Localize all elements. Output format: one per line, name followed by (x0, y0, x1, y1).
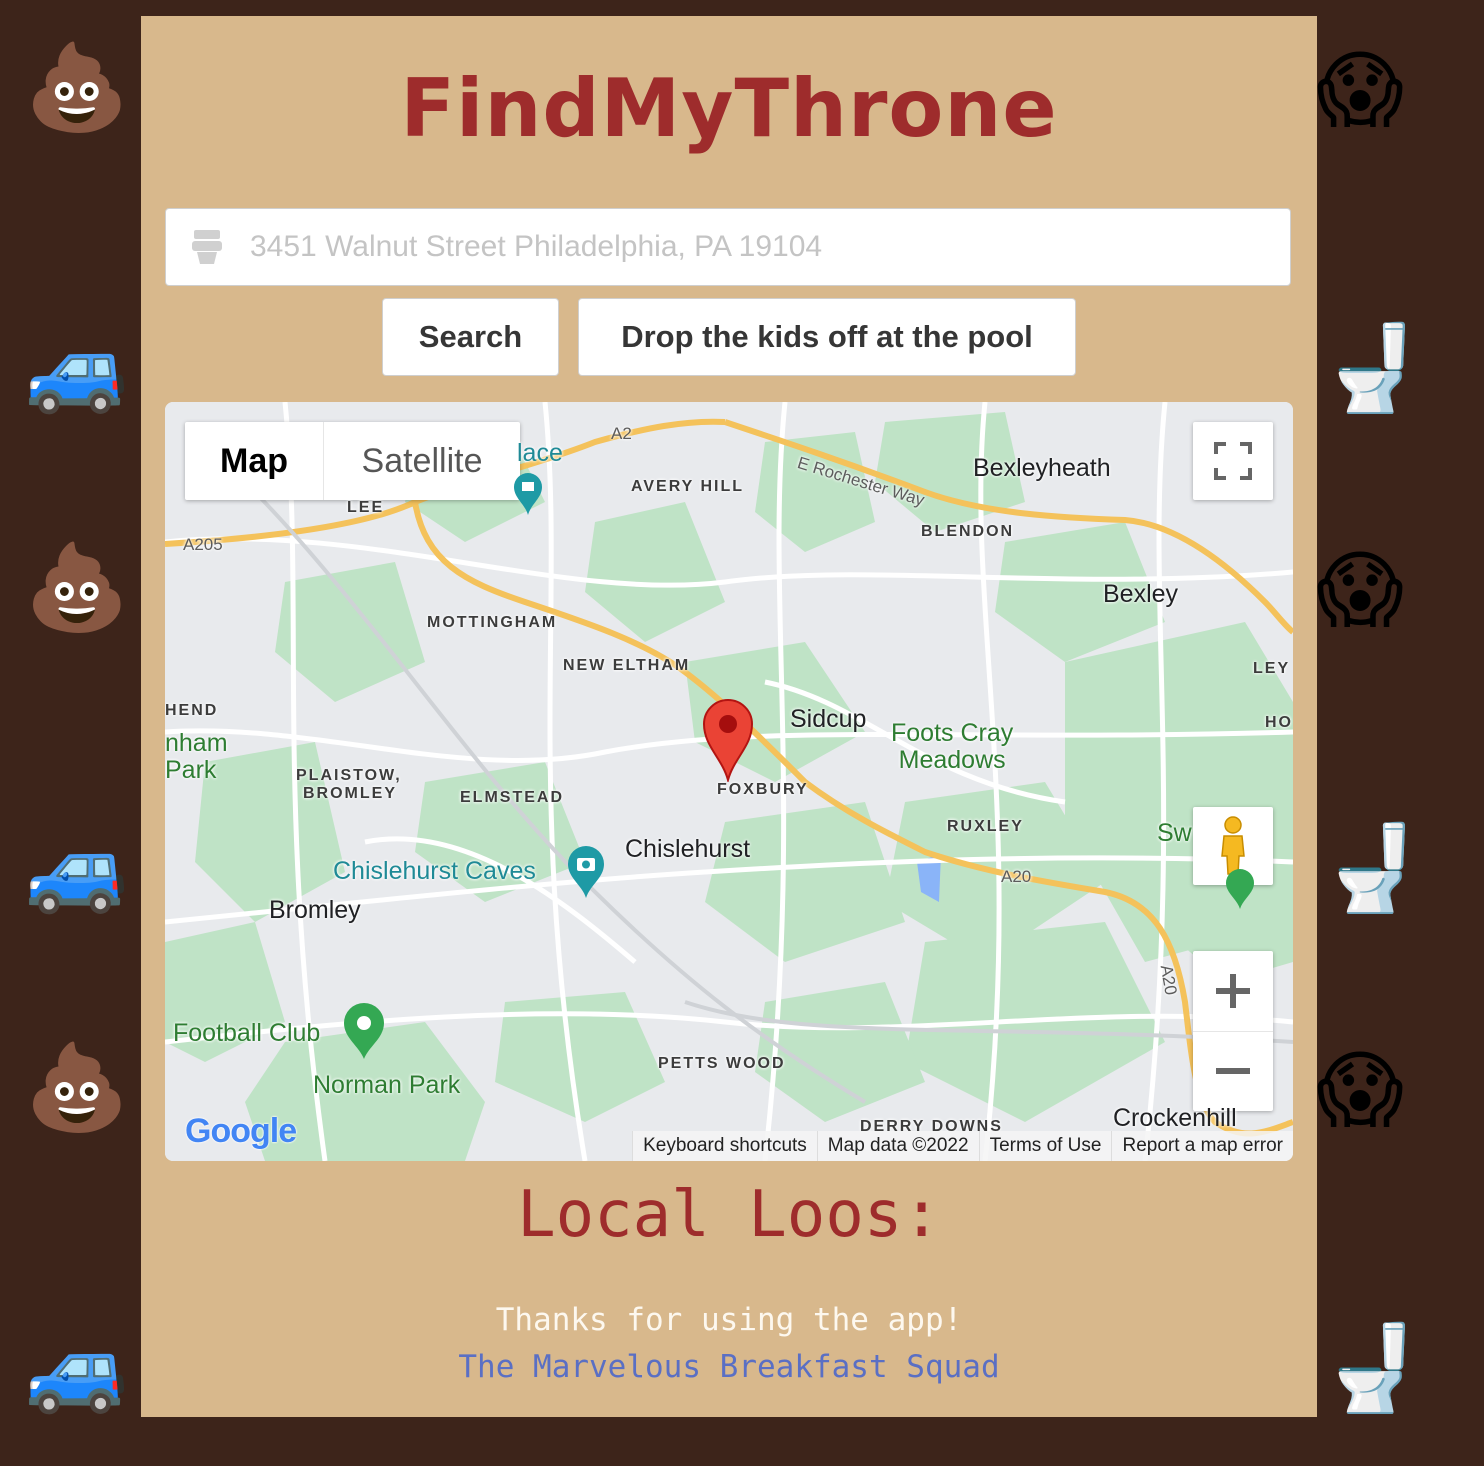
fullscreen-icon (1214, 442, 1252, 480)
location-marker-icon[interactable] (702, 698, 754, 782)
map-label-ley: LEY (1253, 660, 1291, 677)
map-label-foots-cray-meadows: Foots Cray Meadows (891, 719, 1014, 774)
search-field[interactable] (165, 208, 1291, 286)
local-loos-heading: Local Loos: (517, 1178, 941, 1252)
drop-kids-button[interactable]: Drop the kids off at the pool (578, 298, 1076, 376)
app-title: FindMyThrone (400, 62, 1058, 155)
report-map-error-link[interactable]: Report a map error (1111, 1131, 1293, 1161)
toilet-emoji-icon: 🚽 (1319, 319, 1425, 417)
zoom-out-button[interactable] (1193, 1032, 1273, 1112)
palace-pin-icon[interactable] (513, 472, 543, 516)
search-input[interactable] (248, 229, 1252, 265)
map-label-palace: lace (517, 439, 563, 467)
map-road-a20: A20 (1001, 867, 1032, 886)
map-label-nham-park: nham Park (165, 729, 228, 784)
poo-emoji-icon: 💩 (24, 38, 130, 136)
map-label-sidcup: Sidcup (790, 705, 867, 733)
map-label-ruxley: RUXLEY (947, 818, 1024, 835)
map-label-bexley: Bexley (1103, 580, 1179, 608)
map-label-blendon: BLENDON (921, 523, 1015, 540)
keyboard-shortcuts-link[interactable]: Keyboard shortcuts (632, 1131, 817, 1161)
map-footer: Keyboard shortcuts Map data ©2022 Terms … (632, 1131, 1293, 1161)
car-emoji-icon: 🚙 (24, 1319, 130, 1417)
map-label-avery-hill: AVERY HILL (631, 478, 745, 495)
pegman-icon (1221, 816, 1245, 875)
map-label-chislehurst: Chislehurst (625, 835, 751, 863)
map-type-map-button[interactable]: Map (185, 422, 324, 500)
minus-icon (1216, 1068, 1250, 1075)
poo-emoji-icon: 💩 (24, 538, 130, 636)
chislehurst-caves-pin-icon[interactable] (567, 845, 605, 899)
search-button[interactable]: Search (382, 298, 559, 376)
team-link[interactable]: The Marvelous Breakfast Squad (141, 1349, 1317, 1385)
football-club-pin-icon[interactable] (343, 1002, 385, 1060)
green-pin-icon[interactable] (1225, 868, 1255, 910)
map-label-hend: HEND (165, 702, 219, 719)
toilet-emoji-icon: 🚽 (1319, 819, 1425, 917)
map-label-plaistow: PLAISTOW, (296, 767, 402, 784)
screaming-face-emoji-icon: 😱 (1316, 1041, 1404, 1139)
car-emoji-icon: 🚙 (24, 319, 130, 417)
map-label-bromley: Bromley (269, 896, 361, 924)
plus-icon (1216, 973, 1250, 1008)
main-panel: FindMyThrone Search Drop the kids off at… (141, 16, 1317, 1417)
zoom-in-button[interactable] (1193, 951, 1273, 1032)
map-label-bexleyheath: Bexleyheath (973, 454, 1111, 482)
map-road-a205: A205 (183, 535, 223, 554)
screaming-face-emoji-icon: 😱 (1316, 541, 1404, 639)
map-label-sw: Sw (1157, 819, 1192, 847)
map-label-new-eltham: NEW ELTHAM (563, 657, 691, 674)
map-label-crockenhill: Crockenhill (1113, 1104, 1237, 1132)
map-label-football-club: Football Club (173, 1019, 321, 1047)
map-data-label: Map data ©2022 (816, 1131, 979, 1161)
map-label-elmstead: ELMSTEAD (460, 789, 564, 806)
map-view[interactable]: Map Satellite Bexleyheath Bexley Sidcup … (165, 402, 1293, 1161)
map-label-plaistow-bromley: BROMLEY (303, 785, 397, 802)
map-label-mottingham: MOTTINGHAM (427, 614, 558, 631)
poo-emoji-icon: 💩 (24, 1038, 130, 1136)
map-type-satellite-button[interactable]: Satellite (324, 422, 520, 500)
screaming-face-emoji-icon: 😱 (1316, 41, 1404, 139)
terms-of-use-link[interactable]: Terms of Use (978, 1131, 1112, 1161)
map-label-chislehurst-caves: Chislehurst Caves (333, 857, 536, 885)
car-emoji-icon: 🚙 (24, 819, 130, 917)
google-logo: Google (185, 1112, 297, 1150)
fullscreen-button[interactable] (1193, 422, 1273, 500)
map-label-petts-wood: PETTS WOOD (658, 1055, 786, 1072)
map-label-norman-park: Norman Park (313, 1071, 461, 1099)
toilet-icon (192, 230, 222, 264)
toilet-emoji-icon: 🚽 (1319, 1319, 1425, 1417)
map-road-a2: A2 (611, 424, 632, 443)
zoom-control (1193, 951, 1273, 1111)
map-label-lee: LEE (347, 499, 385, 516)
thanks-message: Thanks for using the app! (495, 1302, 963, 1338)
map-label-foxbury: FOXBURY (717, 781, 809, 798)
map-type-control: Map Satellite (185, 422, 520, 500)
map-label-ho: HO (1265, 714, 1293, 731)
